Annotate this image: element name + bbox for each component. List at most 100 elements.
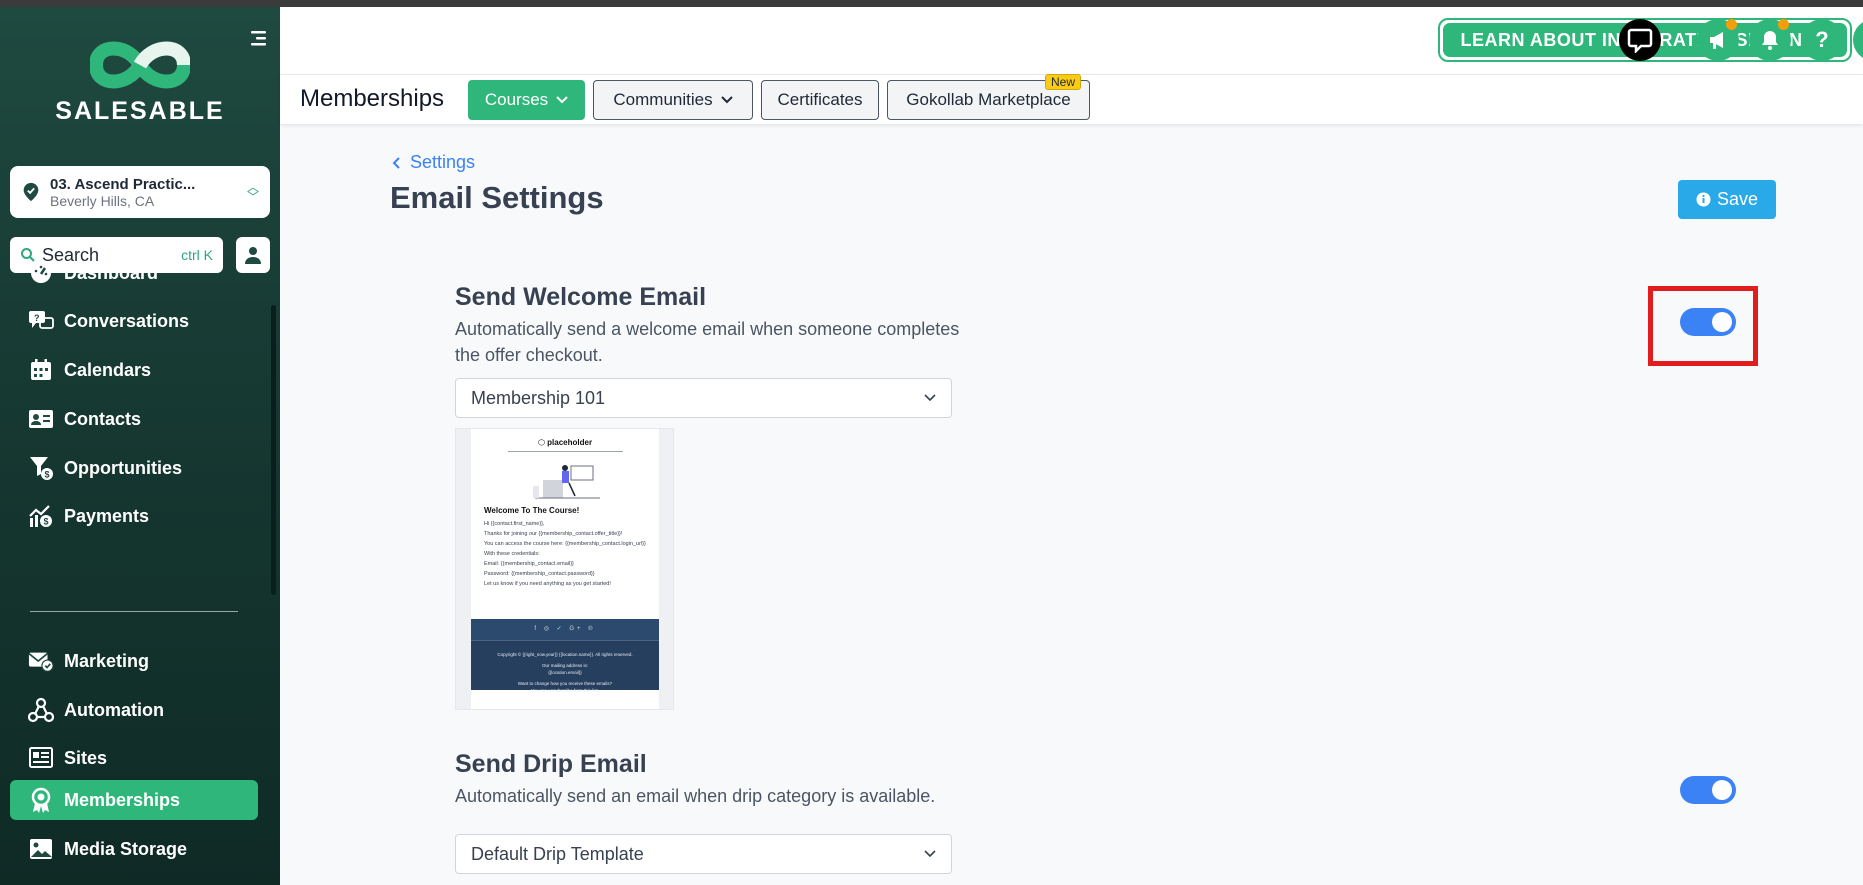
chevron-down-icon	[924, 850, 936, 858]
sidebar-item-label: Automation	[64, 699, 164, 720]
sidebar-item-label: Calendars	[64, 359, 152, 380]
chat-bubble-icon	[1627, 28, 1653, 53]
dashboard-icon	[28, 260, 54, 286]
sidebar-divider	[30, 611, 238, 612]
sidebar-item-opportunities[interactable]: $ Opportunities	[10, 448, 258, 488]
welcome-email-template-select[interactable]: Membership 101	[455, 378, 952, 418]
sidebar-item-label: Memberships	[64, 789, 181, 810]
location-name: 03. Ascend Practic...	[50, 175, 196, 193]
chat-support-button[interactable]	[1619, 19, 1661, 61]
sidebar-item-label: Contacts	[64, 408, 142, 429]
sidebar-item-contacts[interactable]: Contacts	[10, 399, 258, 439]
sidebar: SALESABLE 03. Ascend Practic... Beverly …	[0, 7, 280, 885]
megaphone-icon	[1710, 32, 1723, 49]
new-badge: New	[1044, 74, 1081, 90]
announcements-button[interactable]	[1697, 19, 1739, 61]
drip-email-template-select[interactable]: Default Drip Template	[455, 834, 952, 874]
tab-label: Courses	[484, 90, 549, 109]
tab-label: Communities	[613, 90, 713, 109]
sites-icon	[28, 745, 54, 771]
desk-illustration-icon	[533, 465, 600, 499]
drip-email-toggle[interactable]	[1680, 776, 1736, 804]
sidebar-item-label: Dashboard	[64, 262, 159, 283]
chevron-down-icon	[720, 96, 733, 104]
memberships-icon	[28, 787, 54, 813]
preview-body: Hi {{contact.first_name}}, Thanks for jo…	[484, 521, 646, 587]
notification-dot	[1778, 19, 1789, 30]
chevron-down-icon	[924, 394, 936, 402]
preview-heading: Welcome To The Course!	[484, 506, 580, 515]
sidebar-item-label: Opportunities	[64, 457, 182, 478]
notification-dot	[1726, 19, 1737, 30]
infinity-logo-icon	[90, 41, 190, 89]
chevron-left-icon	[392, 156, 400, 169]
conversations-icon: ?	[28, 308, 54, 334]
sidebar-item-payments[interactable]: $ Payments	[10, 496, 258, 536]
preview-logo: ⬡ placeholder	[537, 438, 593, 447]
payments-icon: $	[28, 503, 54, 529]
preview-social-bar: f ◎ ✓ G+ ℗	[471, 619, 659, 640]
sidebar-item-label: Payments	[64, 505, 150, 526]
section-title: Memberships	[300, 85, 445, 112]
sidebar-item-label: Conversations	[64, 310, 190, 331]
preview-footer: Copyright © {{right_now.year}} {{locatio…	[471, 640, 659, 693]
toggle-highlight-box	[1648, 286, 1758, 366]
tab-gokollab-marketplace[interactable]: Gokollab Marketplace New	[887, 74, 1090, 120]
window-top-strip	[0, 0, 1863, 7]
drip-email-description: Automatically send an email when drip ca…	[455, 786, 936, 806]
marketing-icon	[28, 648, 54, 674]
automation-icon	[28, 697, 54, 723]
email-preview-paper: ⬡ placeholder Welcome To The Course! Hi …	[471, 429, 659, 709]
sidebar-item-label: Marketing	[64, 650, 150, 671]
sidebar-item-label: Media Storage	[64, 838, 188, 859]
tab-courses[interactable]: Courses	[468, 80, 585, 120]
tab-certificates[interactable]: Certificates	[761, 80, 879, 120]
sidebar-item-media-storage[interactable]: Media Storage	[10, 829, 258, 869]
tab-communities[interactable]: Communities	[593, 80, 753, 120]
email-template-preview[interactable]: ⬡ placeholder Welcome To The Course! Hi …	[455, 428, 674, 710]
chevron-updown-icon: ︿ ﹀	[246, 180, 259, 204]
bell-icon	[1762, 31, 1778, 50]
location-city: Beverly Hills, CA	[50, 192, 155, 209]
brand-logo[interactable]: SALESABLE	[50, 37, 230, 126]
media-storage-icon	[28, 836, 54, 862]
welcome-email-title: Send Welcome Email	[455, 283, 707, 311]
welcome-email-description: Automatically send a welcome email when …	[455, 319, 960, 365]
preview-divider	[507, 451, 623, 452]
sidebar-item-conversations[interactable]: ? Conversations	[10, 301, 258, 341]
back-to-settings-link[interactable]: Settings	[392, 152, 475, 173]
sidebar-item-calendars[interactable]: Calendars	[10, 350, 258, 390]
sidebar-item-dashboard[interactable]: Dashboard	[10, 253, 258, 293]
select-value: Default Drip Template	[471, 843, 644, 864]
question-mark-icon: ?	[1815, 27, 1829, 52]
save-label: Save	[1716, 189, 1759, 209]
chevron-down-icon	[556, 96, 568, 104]
brand-name: SALESABLE	[55, 97, 225, 125]
back-label: Settings	[410, 152, 476, 172]
select-value: Membership 101	[471, 387, 606, 408]
sidebar-item-sites[interactable]: Sites	[10, 738, 258, 778]
tab-label: Gokollab Marketplace	[906, 90, 1071, 109]
opportunities-icon: $	[28, 455, 54, 481]
profile-avatar-button[interactable]	[1853, 19, 1863, 61]
save-button[interactable]: Save	[1678, 180, 1776, 219]
help-button[interactable]: ?	[1801, 19, 1843, 61]
notifications-button[interactable]	[1749, 19, 1791, 61]
location-pin-icon	[23, 182, 39, 202]
sidebar-item-marketing[interactable]: Marketing	[10, 641, 258, 681]
svg-text:$: $	[44, 517, 49, 527]
tab-label: Certificates	[777, 90, 863, 109]
drip-email-title: Send Drip Email	[455, 750, 647, 778]
collapse-menu-icon[interactable]	[248, 29, 268, 49]
sidebar-item-memberships[interactable]: Memberships	[10, 780, 258, 820]
svg-text:?: ?	[34, 313, 40, 323]
sidebar-item-automation[interactable]: Automation	[10, 690, 258, 730]
sidebar-item-label: Sites	[64, 747, 108, 768]
page-title: Email Settings	[390, 180, 604, 215]
svg-text:$: $	[45, 470, 50, 480]
location-switcher[interactable]: 03. Ascend Practic... Beverly Hills, CA …	[10, 166, 270, 218]
top-header: LEARN ABOUT INTEGRATION SETTINGS ?	[280, 7, 1863, 74]
sidebar-scrollbar[interactable]	[271, 305, 276, 595]
memberships-subnav: Memberships Courses Communities Certific…	[280, 74, 1863, 124]
info-icon	[1696, 192, 1711, 207]
